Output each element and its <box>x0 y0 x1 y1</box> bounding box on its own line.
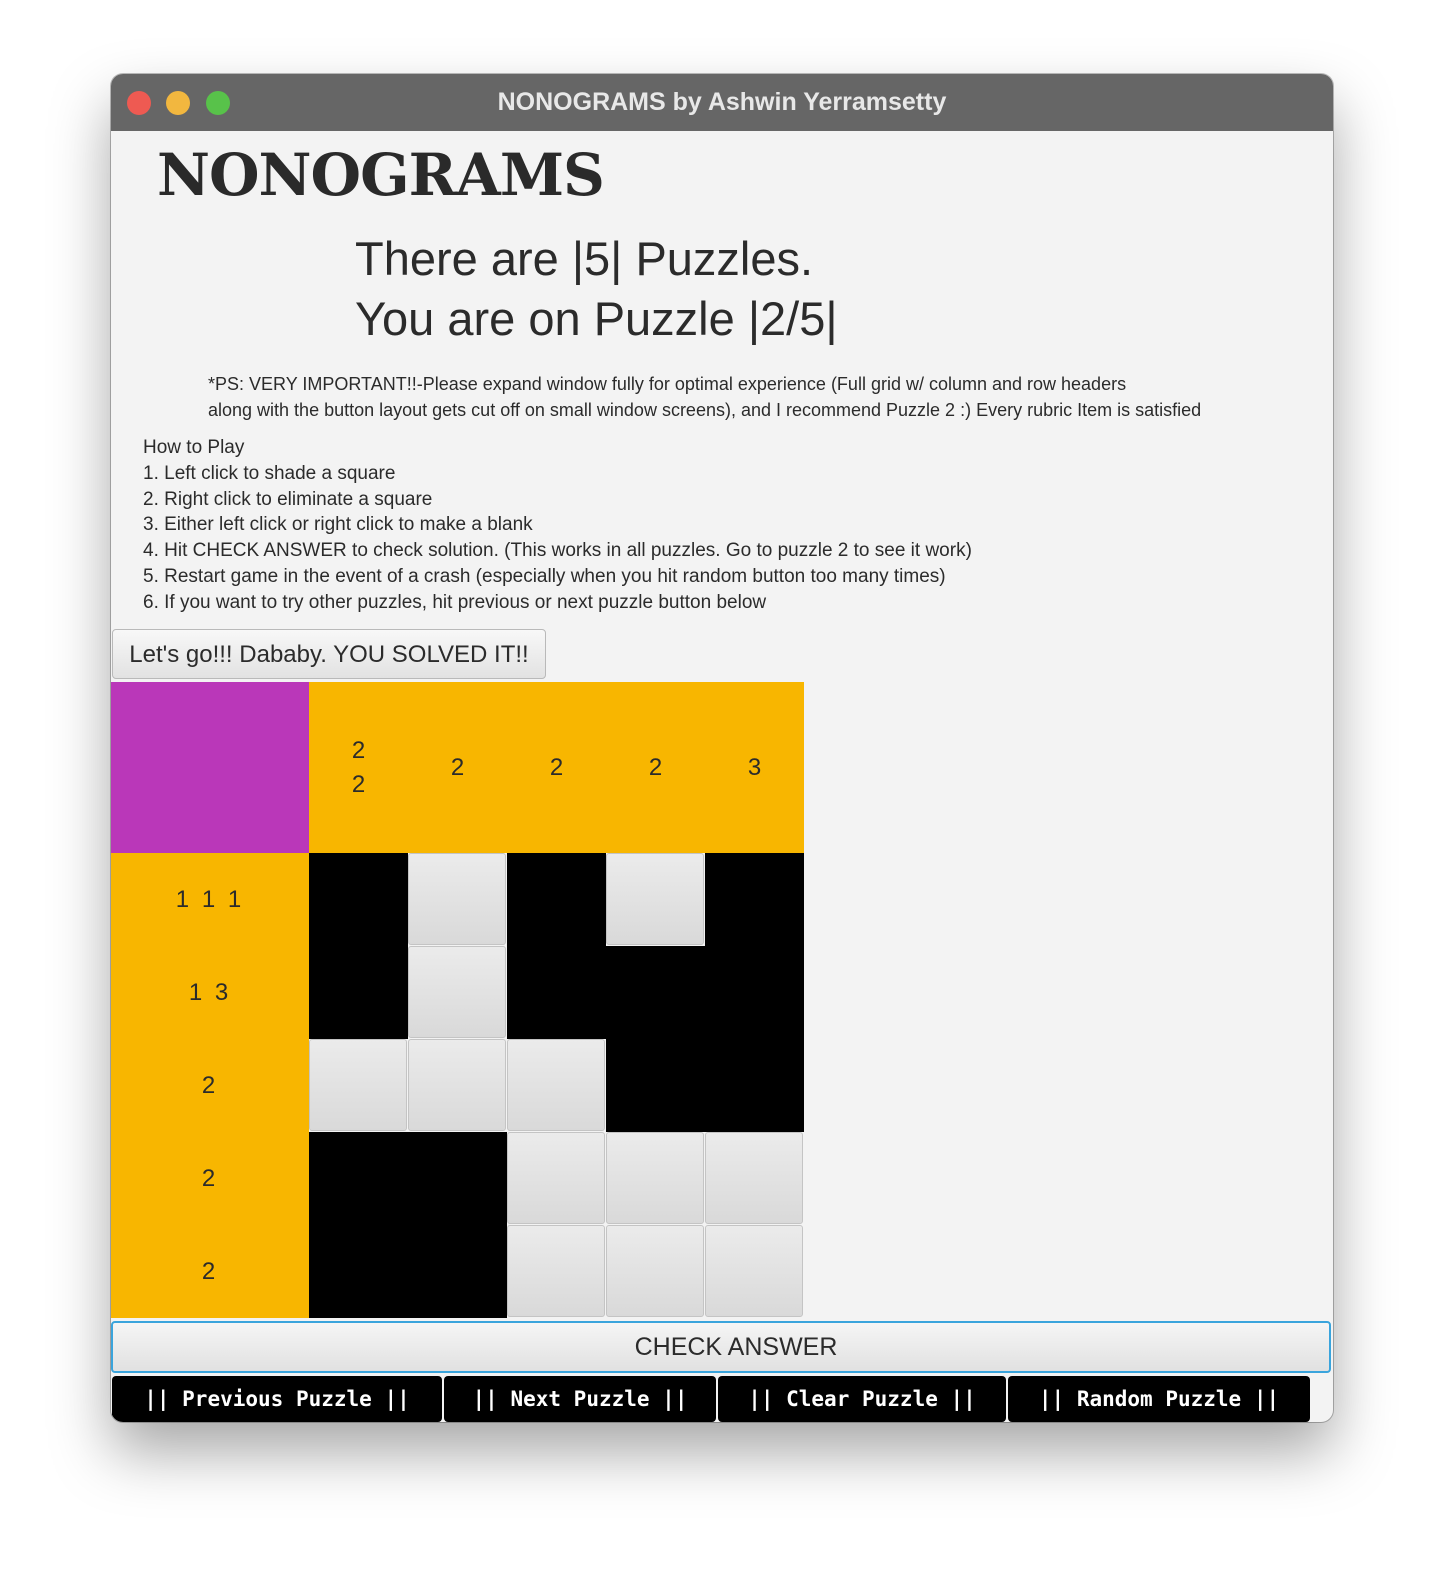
column-clue-2: 2 <box>408 682 507 853</box>
app-title: NONOGRAMS <box>157 141 605 209</box>
grid-cell-filled[interactable] <box>705 946 804 1039</box>
close-window-icon[interactable] <box>127 91 151 115</box>
column-clue-4: 2 <box>606 682 705 853</box>
column-clue-1: 22 <box>309 682 408 853</box>
puzzle-status: There are |5| Puzzles. You are on Puzzle… <box>355 229 838 349</box>
column-clue-number: 3 <box>747 753 762 781</box>
grid-cell-filled[interactable] <box>309 946 408 1039</box>
column-clue-5: 3 <box>705 682 804 853</box>
column-clue-number: 2 <box>450 753 465 781</box>
random-puzzle-button[interactable]: || Random Puzzle || <box>1008 1376 1310 1422</box>
grid-cell-filled[interactable] <box>309 1225 408 1318</box>
grid-cell-filled[interactable] <box>408 1225 507 1318</box>
row-clue-5: 2 <box>111 1225 309 1318</box>
app-window: NONOGRAMS by Ashwin Yerramsetty NONOGRAM… <box>111 74 1333 1422</box>
grid-cell-blank[interactable] <box>606 1225 704 1317</box>
main-content: NONOGRAMS There are |5| Puzzles. You are… <box>111 131 1333 1422</box>
next-puzzle-button[interactable]: || Next Puzzle || <box>444 1376 716 1422</box>
row-clue-1: 1 1 1 <box>111 853 309 946</box>
minimize-window-icon[interactable] <box>166 91 190 115</box>
previous-puzzle-button[interactable]: || Previous Puzzle || <box>112 1376 442 1422</box>
grid-cell-filled[interactable] <box>606 946 705 1039</box>
how-to-step: 6. If you want to try other puzzles, hit… <box>143 591 767 613</box>
current-puzzle-text: You are on Puzzle |2/5| <box>355 292 838 345</box>
grid-cell-blank[interactable] <box>705 1225 803 1317</box>
column-clue-3: 2 <box>507 682 606 853</box>
grid-cell-blank[interactable] <box>606 1132 704 1224</box>
grid-cell-filled[interactable] <box>507 853 606 946</box>
how-to-step: 5. Restart game in the event of a crash … <box>143 565 946 587</box>
grid-cell-blank[interactable] <box>507 1225 605 1317</box>
puzzle-count-text: There are |5| Puzzles. <box>355 232 814 285</box>
grid-cell-filled[interactable] <box>309 1132 408 1225</box>
grid-cell-filled[interactable] <box>309 853 408 946</box>
column-clue-number: 2 <box>549 753 564 781</box>
board-corner <box>111 682 309 853</box>
grid-cell-filled[interactable] <box>408 1132 507 1225</box>
grid-cell-filled[interactable] <box>705 853 804 946</box>
row-clue-3: 2 <box>111 1039 309 1132</box>
grid-cell-blank[interactable] <box>507 1132 605 1224</box>
grid-cell-blank[interactable] <box>309 1039 407 1131</box>
row-clue-2: 1 3 <box>111 946 309 1039</box>
column-clue-number: 2 <box>351 770 366 798</box>
note-line: along with the button layout gets cut of… <box>208 400 1202 420</box>
grid-cell-blank[interactable] <box>408 853 506 945</box>
grid-cell-blank[interactable] <box>705 1132 803 1224</box>
window-title: NONOGRAMS by Ashwin Yerramsetty <box>497 88 947 116</box>
how-to-play-title: How to Play <box>143 437 245 458</box>
note-line: *PS: VERY IMPORTANT!!-Please expand wind… <box>208 374 1127 394</box>
check-answer-button[interactable]: CHECK ANSWER <box>111 1321 1331 1373</box>
grid-cell-filled[interactable] <box>705 1039 804 1132</box>
grid-cell-filled[interactable] <box>507 946 606 1039</box>
how-to-step: 2. Right click to eliminate a square <box>143 488 433 510</box>
how-to-step: 4. Hit CHECK ANSWER to check solution. (… <box>143 540 972 562</box>
title-bar: NONOGRAMS by Ashwin Yerramsetty <box>111 74 1333 131</box>
clear-puzzle-button[interactable]: || Clear Puzzle || <box>718 1376 1006 1422</box>
how-to-step: 3. Either left click or right click to m… <box>143 514 533 536</box>
row-clue-4: 2 <box>111 1132 309 1225</box>
how-to-step: 1. Left click to shade a square <box>143 462 396 484</box>
how-to-play: How to Play 1. Left click to shade a squ… <box>143 435 972 616</box>
solved-status-button[interactable]: Let's go!!! Dababy. YOU SOLVED IT!! <box>112 629 546 679</box>
column-clue-number: 2 <box>648 753 663 781</box>
important-note: *PS: VERY IMPORTANT!!-Please expand wind… <box>208 371 1201 423</box>
grid-cell-filled[interactable] <box>606 1039 705 1132</box>
grid-cell-blank[interactable] <box>606 853 704 945</box>
grid-cell-blank[interactable] <box>507 1039 605 1131</box>
grid-cell-blank[interactable] <box>408 1039 506 1131</box>
column-clue-number: 2 <box>351 736 366 764</box>
zoom-window-icon[interactable] <box>206 91 230 115</box>
grid-cell-blank[interactable] <box>408 946 506 1038</box>
